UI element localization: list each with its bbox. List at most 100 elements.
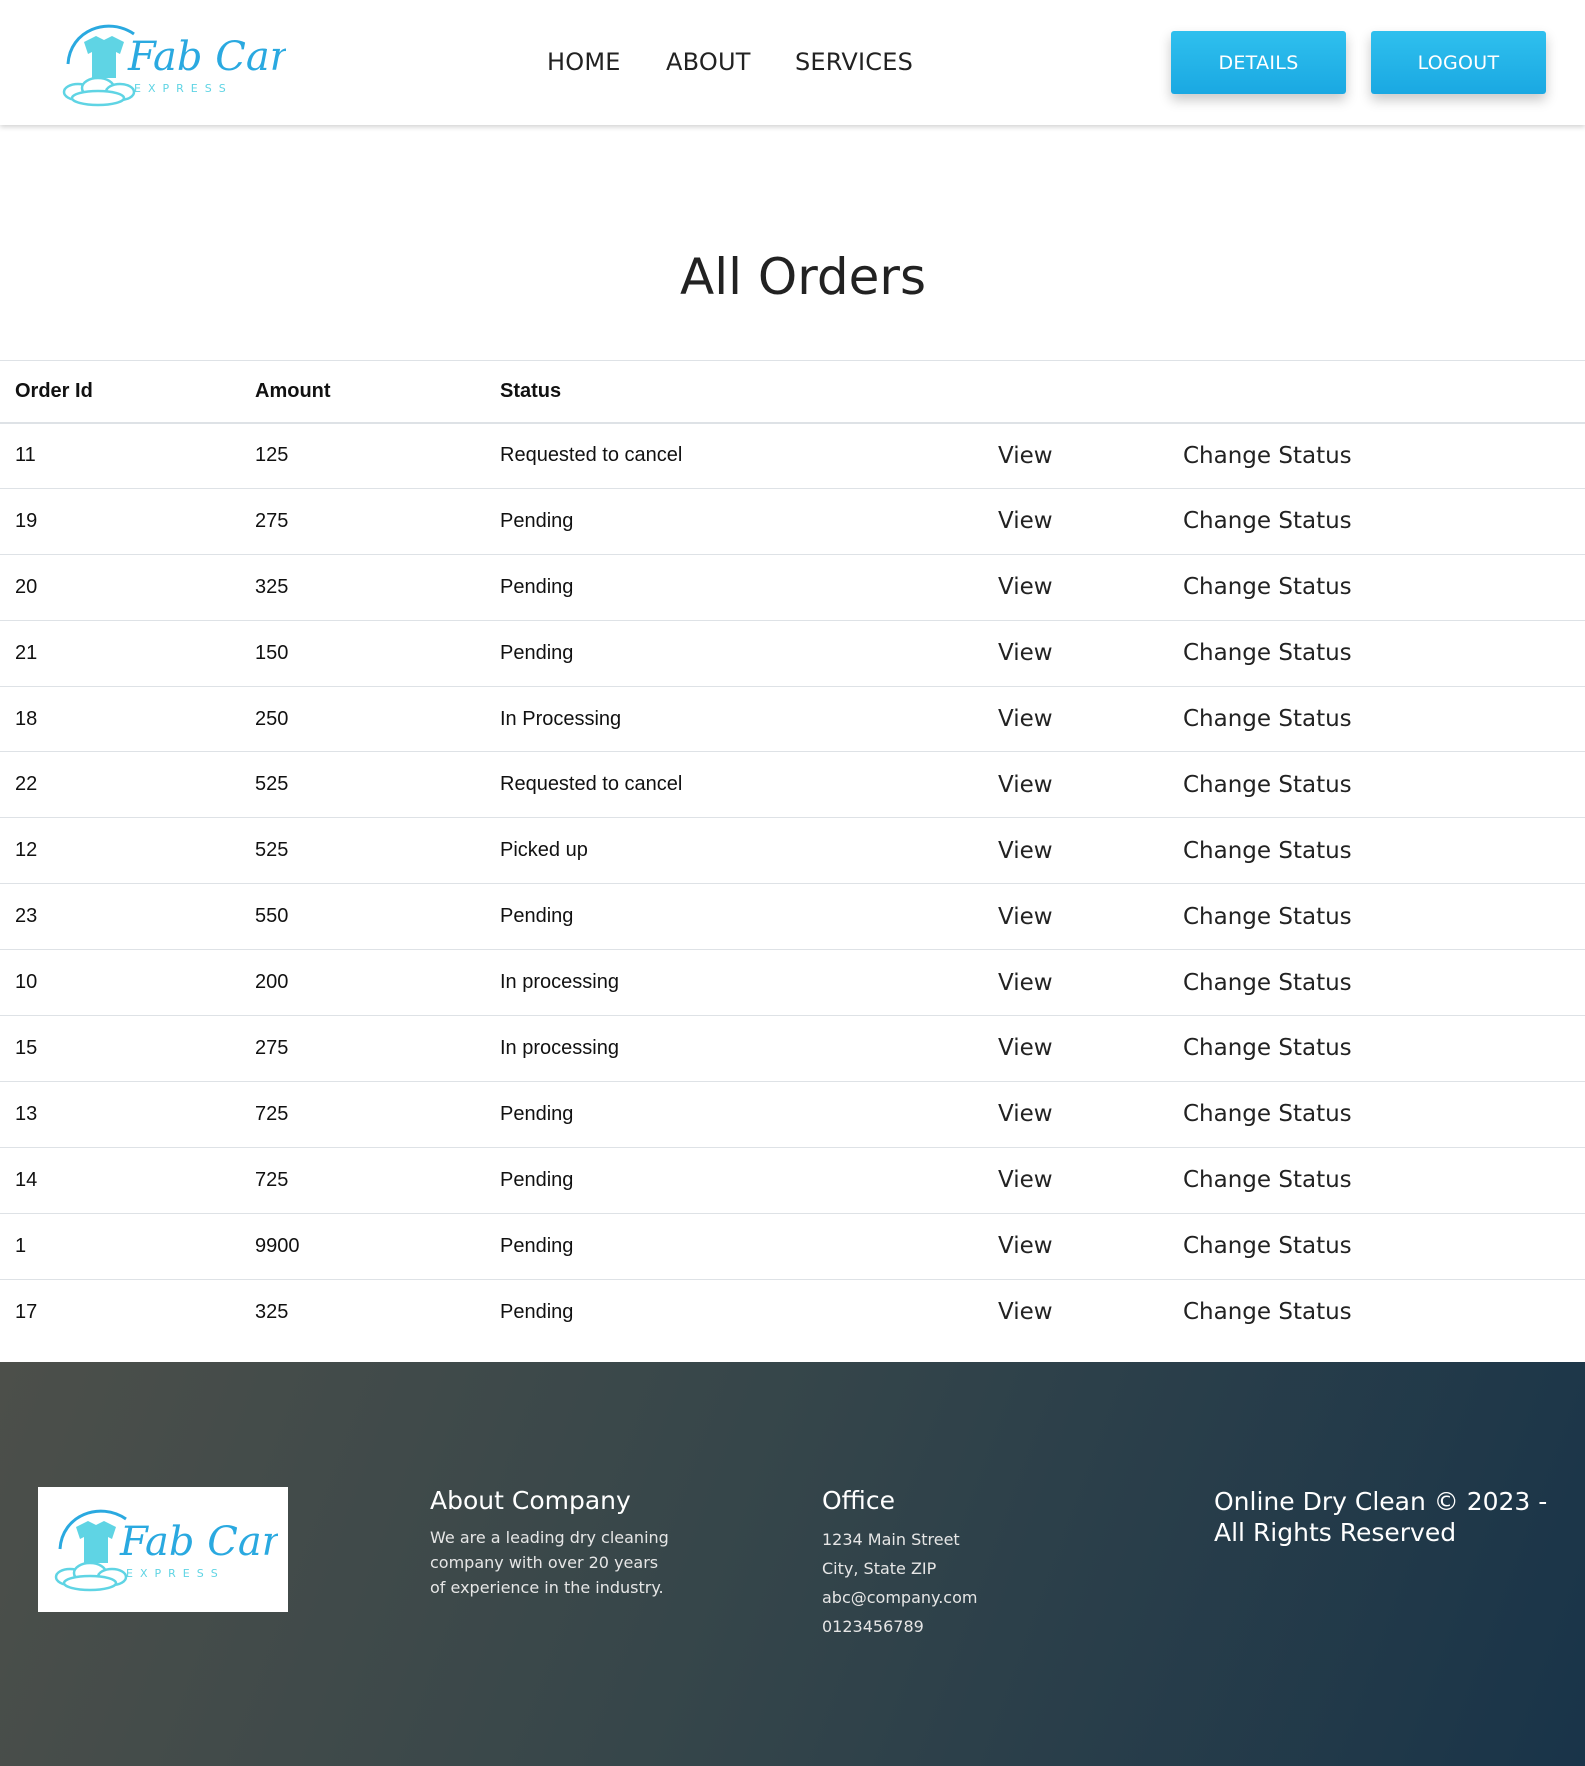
amount-cell: 250 — [255, 685, 500, 752]
change-status-link[interactable]: Change Status — [1183, 1035, 1352, 1061]
footer-logo-wordmark: Fab Care — [119, 1519, 278, 1565]
details-button[interactable]: DETAILS — [1171, 31, 1346, 94]
amount-cell: 150 — [255, 619, 500, 687]
change-status-link-cell: Change Status — [1183, 817, 1585, 884]
order-id-cell: 13 — [0, 1080, 255, 1148]
view-link-cell: View — [998, 1278, 1183, 1345]
view-link-cell: View — [998, 1146, 1183, 1214]
amount-cell: 725 — [255, 1080, 500, 1148]
view-link[interactable]: View — [998, 443, 1053, 469]
footer-office-email: abc@company.com — [822, 1588, 978, 1607]
status-cell: Pending — [500, 487, 998, 555]
order-id-cell: 10 — [0, 949, 255, 1016]
change-status-link[interactable]: Change Status — [1183, 1299, 1352, 1325]
change-status-link[interactable]: Change Status — [1183, 772, 1352, 798]
change-status-link-cell: Change Status — [1183, 685, 1585, 752]
view-link[interactable]: View — [998, 1299, 1053, 1325]
fab-care-logo-footer: Fab Care EXPRESS — [54, 1509, 278, 1592]
column-header-change-status — [1183, 360, 1585, 424]
change-status-link-cell: Change Status — [1183, 423, 1585, 489]
amount-cell: 125 — [255, 444, 289, 467]
status-cell: Requested to cancel — [500, 751, 998, 818]
change-status-link[interactable]: Change Status — [1183, 1167, 1352, 1193]
header-row: Order Id Amount Status — [0, 360, 1585, 424]
footer-office-section: Office 1234 Main Street City, State ZIP … — [822, 1486, 1062, 1641]
view-link[interactable]: View — [998, 772, 1053, 798]
view-link[interactable]: View — [998, 970, 1053, 996]
nav-about-link[interactable]: ABOUT — [666, 48, 751, 76]
site-header: Fab Care EXPRESS HOME ABOUT SERVICES DET… — [0, 0, 1585, 125]
table-row: 1 9900 Pending View Change Status — [0, 1212, 1585, 1280]
status-cell: In Processing — [500, 685, 998, 752]
change-status-link[interactable]: Change Status — [1183, 1101, 1352, 1127]
change-status-link[interactable]: Change Status — [1183, 1233, 1352, 1259]
amount-cell: 525 — [255, 751, 500, 818]
status-cell: Requested to cancel — [500, 444, 683, 467]
change-status-link[interactable]: Change Status — [1183, 640, 1352, 666]
table-row: 10 200 In processing View Change Status — [0, 949, 1585, 1016]
view-link-cell: View — [998, 423, 1183, 489]
view-link[interactable]: View — [998, 640, 1053, 666]
table-row: 15 275 In processing View Change Status — [0, 1015, 1585, 1082]
amount-cell: 525 — [255, 817, 500, 884]
amount-cell: 275 — [255, 487, 500, 555]
footer-logo[interactable]: Fab Care EXPRESS — [38, 1487, 288, 1612]
order-id-cell: 20 — [0, 553, 255, 621]
table-row: 14 725 Pending View Change Status — [0, 1146, 1585, 1214]
view-link[interactable]: View — [998, 1167, 1053, 1193]
change-status-link-cell: Change Status — [1183, 1212, 1585, 1280]
orders-table-body: 11 125 Requested to cancel View Change Statu… — [0, 423, 1585, 1345]
main-nav: HOME ABOUT SERVICES — [0, 0, 1585, 125]
status-cell: Pending — [500, 1278, 998, 1345]
order-id-cell: 23 — [0, 883, 255, 950]
change-status-link[interactable]: Change Status — [1183, 508, 1352, 534]
table-row: 13 725 Pending View Change Status — [0, 1080, 1585, 1148]
change-status-link-cell: Change Status — [1183, 1146, 1585, 1214]
status-cell: Pending — [500, 1080, 998, 1148]
footer-copyright: Online Dry Clean © 2023 - All Rights Res… — [1214, 1487, 1548, 1547]
order-id-cell: 18 — [0, 685, 255, 752]
change-status-link-cell: Change Status — [1183, 553, 1585, 621]
view-link[interactable]: View — [998, 1233, 1053, 1259]
view-link-cell: View — [998, 619, 1183, 687]
page-title: All Orders — [679, 248, 927, 306]
status-cell: Pending — [500, 1146, 998, 1214]
view-link-cell: View — [998, 883, 1183, 950]
amount-cell: 725 — [255, 1146, 500, 1214]
view-link[interactable]: View — [998, 574, 1053, 600]
column-header-status: Status — [500, 360, 998, 424]
status-cell: Pending — [500, 553, 998, 621]
order-id-cell: 15 — [0, 1015, 255, 1082]
status-cell: Pending — [500, 1212, 998, 1280]
order-id-cell: 21 — [0, 619, 255, 687]
view-link[interactable]: View — [998, 508, 1053, 534]
view-link[interactable]: View — [998, 904, 1053, 930]
view-link-cell: View — [998, 1080, 1183, 1148]
status-cell: In processing — [500, 949, 998, 1016]
change-status-link[interactable]: Change Status — [1183, 904, 1352, 930]
change-status-link[interactable]: Change Status — [1183, 706, 1352, 732]
change-status-link[interactable]: Change Status — [1183, 838, 1352, 864]
view-link[interactable]: View — [998, 706, 1053, 732]
table-row: 17 325 Pending View Change Status — [0, 1278, 1585, 1345]
logout-button[interactable]: LOGOUT — [1371, 31, 1546, 94]
nav-services-link[interactable]: SERVICES — [795, 48, 913, 76]
nav-home-link[interactable]: HOME — [547, 48, 621, 76]
status-cell: Pending — [500, 619, 998, 687]
view-link[interactable]: View — [998, 1035, 1053, 1061]
change-status-link[interactable]: Change Status — [1183, 574, 1352, 600]
change-status-link[interactable]: Change Status — [1183, 970, 1352, 996]
amount-cell: 550 — [255, 883, 500, 950]
change-status-link[interactable]: Change Status — [1183, 443, 1352, 469]
table-row: 12 525 Picked up View Change Status — [0, 817, 1585, 884]
change-status-link-cell: Change Status — [1183, 949, 1585, 1016]
view-link[interactable]: View — [998, 838, 1053, 864]
orders-table: Order Id Amount Status 11 125 Requested to… — [0, 360, 1585, 1345]
amount-cell: 275 — [255, 1015, 500, 1082]
view-link-cell: View — [998, 553, 1183, 621]
change-status-link-cell: Change Status — [1183, 1015, 1585, 1082]
site-footer: Fab Care EXPRESS About Company We are a … — [0, 1362, 1585, 1766]
view-link[interactable]: View — [998, 1101, 1053, 1127]
table-row: 18 250 In Processing View Change Status — [0, 685, 1585, 752]
order-id-cell: 17 — [0, 1278, 255, 1345]
